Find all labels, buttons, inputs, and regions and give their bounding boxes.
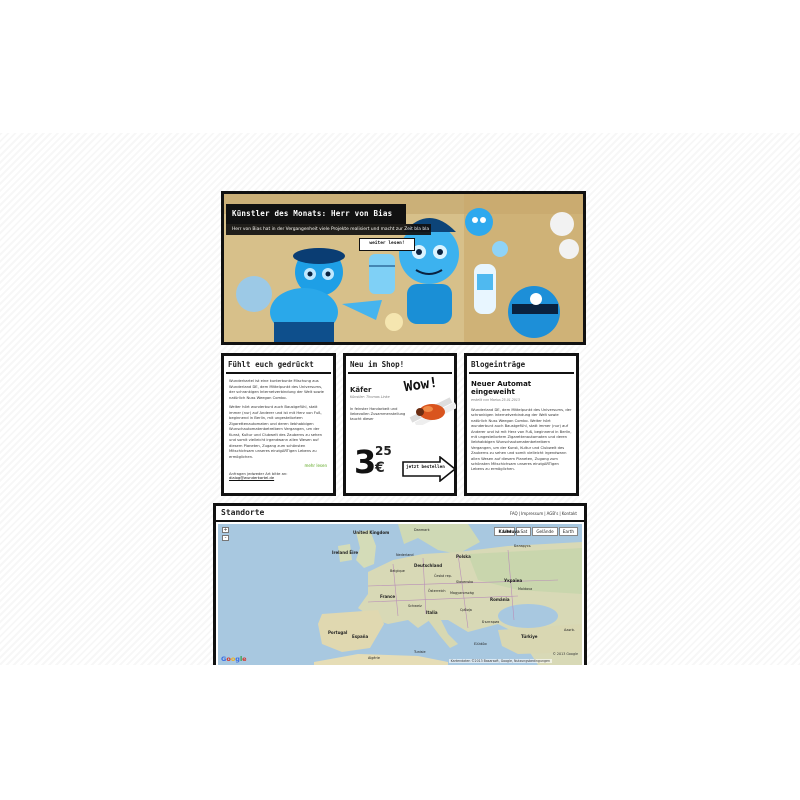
contact-email-link[interactable]: dialog@wunderkartel.de [229, 476, 274, 480]
footer-link-faq[interactable]: FAQ [510, 511, 518, 516]
map-label-azerbaycan: Azərb. [564, 628, 575, 632]
map-label-schweiz: Schweiz [408, 604, 422, 608]
map-label-slovensko: Slovensko [456, 580, 474, 584]
zoom-out-button[interactable]: - [222, 535, 229, 541]
map-label-algerie: Algérie [368, 656, 380, 660]
zoom-in-button[interactable]: + [222, 527, 229, 533]
map-label-turkiye: Türkiye [521, 634, 538, 639]
about-box: Fühlt euch gedrückt Wunderkartel ist ein… [221, 353, 336, 496]
map-label-ireland: Ireland Éire [332, 550, 359, 555]
map-label-polska: Polska [456, 554, 471, 559]
product-description: In feinster Handarbeit und liebevollen Z… [350, 407, 406, 421]
shop-box: Neu im Shop! Wow! Käfer Künstler: Thomas… [343, 353, 457, 496]
order-now-label: jetzt bestellen [406, 465, 445, 470]
map-label-bulgaria: България [482, 620, 500, 624]
map-label-denmark: Danmark [414, 528, 430, 532]
map-label-osterreich: Österreich [428, 589, 446, 593]
map-label-portugal: Portugal [328, 630, 348, 635]
locations-header: Standorte FAQ|Impressum|AGB's|Kontakt [216, 506, 584, 522]
read-more-button[interactable]: weiter lesen! [359, 238, 415, 251]
blog-heading: Blogeinträge [469, 356, 574, 374]
map-label-tunisie: Tunisie [414, 650, 426, 654]
map-type-gelaende[interactable]: Gelände [532, 527, 558, 536]
price-integer: 3 [354, 443, 377, 481]
price-decimal: 25 [375, 444, 392, 458]
map-label-romania: România [490, 597, 510, 602]
hero-banner[interactable]: Künstler des Monats: Herr von Bias Herr … [221, 191, 586, 345]
locations-section: Standorte FAQ|Impressum|AGB's|Kontakt + … [213, 503, 587, 665]
map-label-srbija: Србија [460, 608, 472, 612]
blog-box: Blogeinträge Neuer Automat eingeweiht er… [464, 353, 579, 496]
order-now-button[interactable]: jetzt bestellen [402, 455, 457, 483]
hero-subtitle: Herr von Bias hat in der Vergangenheit v… [226, 224, 431, 235]
shop-heading: Neu im Shop! [348, 356, 452, 374]
map-label-moldova: Moldova [518, 587, 533, 591]
google-logo[interactable]: Google [221, 655, 247, 663]
map-label-france: France [380, 594, 396, 599]
map-data-attribution[interactable]: Kartendaten ©2013 Basarsoft, Google, Nut… [448, 659, 552, 663]
about-paragraph-1: Wunderkartel ist eine kunterbunte Mischu… [229, 379, 324, 400]
footer-link-impressum[interactable]: Impressum [521, 511, 543, 516]
blog-post-text: Wunderland DE, dem Mittelpunkt des Unive… [471, 408, 572, 472]
locations-heading: Standorte [221, 508, 265, 517]
map-label-italia: Italia [426, 610, 438, 615]
about-paragraph-2: Weiter hört wunderbunt auch Baustgefühl,… [229, 405, 322, 459]
map-copyright: © 2013 Google [552, 652, 578, 656]
map-type-earth[interactable]: Earth [558, 527, 578, 536]
map-label-nederland: Nederland [396, 553, 414, 557]
map-label-ellada: Ελλάδα [474, 642, 487, 646]
product-image[interactable] [406, 395, 456, 425]
map-label-belarus: Беларусь [514, 544, 531, 548]
footer-links: FAQ|Impressum|AGB's|Kontakt [509, 511, 577, 516]
map-label-magyar: Magyarország [450, 591, 474, 595]
hero-title: Künstler des Monats: Herr von Bias [226, 204, 406, 224]
map-label-deutschland: Deutschland [414, 563, 443, 568]
blog-post-title[interactable]: Neuer Automat eingeweiht [467, 374, 576, 396]
price-currency: € [375, 460, 385, 476]
map-label-lietuva: Lietuva [503, 529, 520, 534]
footer-link-agb[interactable]: AGB's [547, 511, 559, 516]
map-label-belgique: Belgique [390, 569, 405, 573]
about-text: Wunderkartel ist eine kunterbunte Mischu… [224, 374, 333, 460]
google-map[interactable]: + - Karte Sat Gelände Earth United Kingd… [218, 524, 582, 665]
map-label-uk: United Kingdom [353, 530, 390, 535]
footer-link-kontakt[interactable]: Kontakt [562, 511, 577, 516]
contact-line: Anfragen jedweder Art bitte an: dialog@w… [224, 468, 333, 480]
map-label-ukraina: Україна [504, 578, 523, 583]
map-label-ceska: Česká rep. [434, 574, 452, 578]
map-label-espana: España [352, 634, 369, 639]
zoom-controls: + - [222, 527, 229, 543]
about-heading: Fühlt euch gedrückt [226, 356, 331, 374]
